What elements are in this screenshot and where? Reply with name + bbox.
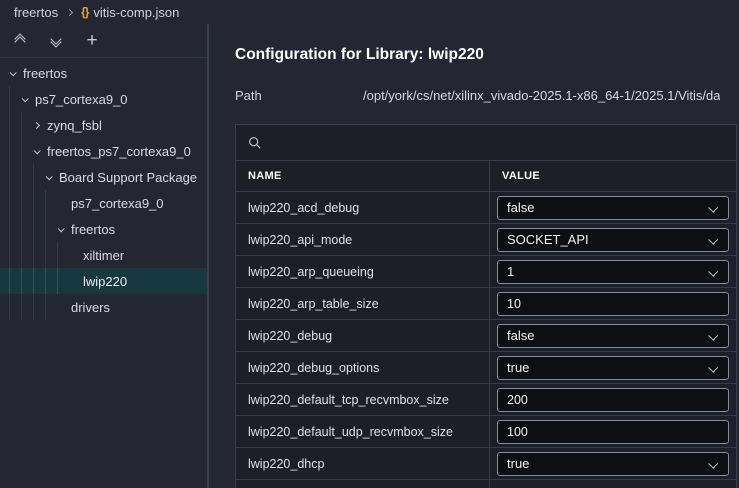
chevron-down-icon xyxy=(57,224,65,232)
chevron-down-icon xyxy=(21,94,29,102)
add-component-button[interactable]: + xyxy=(82,31,102,51)
path-row: Path /opt/york/cs/net/xilinx_vivado-2025… xyxy=(235,88,739,103)
page-title: Configuration for Library: lwip220 xyxy=(235,46,484,63)
config-name: lwip220_default_tcp_recvmbox_size xyxy=(248,392,449,407)
arp-queueing-select[interactable]: 1 xyxy=(497,259,729,284)
tree-toolbar: + xyxy=(0,24,207,58)
config-name: lwip220_arp_queueing xyxy=(248,264,374,279)
config-row-partial xyxy=(236,480,736,488)
table-header: NAME VALUE xyxy=(236,161,736,192)
chevron-down-icon xyxy=(708,330,719,341)
collapse-all-button[interactable] xyxy=(10,31,30,51)
tree-item-label: ps7_cortexa9_0 xyxy=(35,91,128,107)
column-header-value: VALUE xyxy=(489,161,736,191)
tree-item-zynq-fsbl[interactable]: zynq_fsbl xyxy=(0,112,207,138)
component-tree: freertos ps7_cortexa9_0 zynq_fsbl freert… xyxy=(0,58,207,320)
config-row-debug-options: lwip220_debug_options true xyxy=(236,352,736,384)
tree-item-label: zynq_fsbl xyxy=(47,117,102,133)
tree-item-label: drivers xyxy=(71,299,111,315)
chevron-down-icon xyxy=(708,234,719,245)
search-icon xyxy=(249,136,261,149)
tree-item-xiltimer[interactable]: xiltimer xyxy=(0,242,207,268)
config-row-api-mode: lwip220_api_mode SOCKET_API xyxy=(236,224,736,256)
config-row-default-tcp-recvmbox-size: lwip220_default_tcp_recvmbox_size xyxy=(236,384,736,416)
api-mode-select[interactable]: SOCKET_API xyxy=(497,227,729,252)
selected-value: true xyxy=(507,456,530,471)
chevron-down-icon xyxy=(708,202,719,213)
plus-icon: + xyxy=(86,29,98,51)
selected-value: true xyxy=(507,360,530,375)
config-name: lwip220_dhcp xyxy=(248,456,325,471)
config-row-arp-queueing: lwip220_arp_queueing 1 xyxy=(236,256,736,288)
config-name: lwip220_default_udp_recvmbox_size xyxy=(248,424,453,439)
config-row-default-udp-recvmbox-size: lwip220_default_udp_recvmbox_size xyxy=(236,416,736,448)
tree-item-ps7-cortexa9-0-bsp[interactable]: ps7_cortexa9_0 xyxy=(0,190,207,216)
breadcrumb-item-project[interactable]: freertos xyxy=(14,5,58,20)
tree-item-board-support-package[interactable]: Board Support Package xyxy=(0,164,207,190)
tree-item-label: freertos xyxy=(71,221,116,237)
breadcrumb-file-label: vitis-comp.json xyxy=(93,4,180,20)
config-name: lwip220_api_mode xyxy=(248,232,353,247)
config-row-arp-table-size: lwip220_arp_table_size xyxy=(236,288,736,320)
chevron-right-icon xyxy=(32,121,41,129)
config-table: NAME VALUE lwip220_acd_debug false lwip2… xyxy=(235,124,737,488)
breadcrumb-item-file[interactable]: {} vitis-comp.json xyxy=(81,5,179,20)
path-label: Path xyxy=(235,88,262,103)
selected-value: false xyxy=(507,328,535,343)
tree-item-label: xiltimer xyxy=(83,247,125,263)
tree-item-label: freertos_ps7_cortexa9_0 xyxy=(47,143,191,159)
debug-select[interactable]: false xyxy=(497,323,729,348)
chevron-down-icon xyxy=(708,266,719,277)
selected-value: false xyxy=(507,200,535,215)
config-name: lwip220_arp_table_size xyxy=(248,296,379,311)
tree-item-lwip220[interactable]: lwip220 xyxy=(0,268,207,294)
chevron-right-icon xyxy=(66,8,74,16)
config-name: lwip220_acd_debug xyxy=(248,200,360,215)
config-name: lwip220_debug xyxy=(248,328,333,343)
component-tree-sidebar: + freertos ps7_cortexa9_0 zynq_fsbl free… xyxy=(0,24,209,488)
config-row-acd-debug: lwip220_acd_debug false xyxy=(236,192,736,224)
tree-item-drivers[interactable]: drivers xyxy=(0,294,207,320)
chevron-down-icon xyxy=(45,172,53,180)
tree-item-freertos-os[interactable]: freertos xyxy=(0,216,207,242)
configuration-panel: Configuration for Library: lwip220 Path … xyxy=(209,24,739,488)
tree-item-label: freertos xyxy=(23,65,68,81)
tree-item-freertos-ps7-cortexa9-0[interactable]: freertos_ps7_cortexa9_0 xyxy=(0,138,207,164)
chevron-down-icon xyxy=(9,68,17,76)
tree-item-label: ps7_cortexa9_0 xyxy=(71,195,164,211)
chevron-down-icon xyxy=(33,146,41,154)
search-input[interactable] xyxy=(272,125,736,160)
config-row-dhcp: lwip220_dhcp true xyxy=(236,448,736,480)
tree-item-label: Board Support Package xyxy=(59,169,198,185)
column-header-name: NAME xyxy=(248,170,282,182)
table-search-bar xyxy=(236,125,736,161)
json-braces-icon: {} xyxy=(81,5,89,19)
tree-item-ps7-cortexa9-0[interactable]: ps7_cortexa9_0 xyxy=(0,86,207,112)
expand-all-button[interactable] xyxy=(46,31,66,51)
default-tcp-recvmbox-size-input[interactable] xyxy=(497,387,729,412)
tree-item-freertos[interactable]: freertos xyxy=(0,60,207,86)
breadcrumb: freertos {} vitis-comp.json xyxy=(0,0,739,24)
acd-debug-select[interactable]: false xyxy=(497,195,729,220)
config-row-debug: lwip220_debug false xyxy=(236,320,736,352)
chevron-down-icon xyxy=(708,362,719,373)
dhcp-select[interactable]: true xyxy=(497,451,729,476)
arp-table-size-input[interactable] xyxy=(497,291,729,316)
tree-item-label: lwip220 xyxy=(83,273,128,289)
path-value: /opt/york/cs/net/xilinx_vivado-2025.1-x8… xyxy=(363,88,721,103)
debug-options-select[interactable]: true xyxy=(497,355,729,380)
config-name: lwip220_debug_options xyxy=(248,360,380,375)
chevron-down-icon xyxy=(708,458,719,469)
default-udp-recvmbox-size-input[interactable] xyxy=(497,419,729,444)
selected-value: SOCKET_API xyxy=(507,232,589,247)
selected-value: 1 xyxy=(507,264,515,279)
